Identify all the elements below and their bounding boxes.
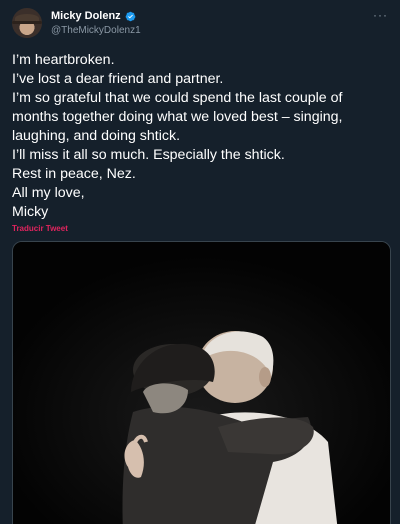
author-avatar[interactable] [12, 8, 42, 38]
photo-two-men-embracing [13, 242, 390, 524]
tweet-line: I’ve lost a dear friend and partner. [12, 71, 224, 87]
tweet-card: Micky Dolenz @TheMickyDolenz1 ··· I’m he… [0, 0, 400, 524]
tweet-line: All my love, [12, 185, 85, 201]
tweet-line: Rest in peace, Nez. [12, 166, 136, 182]
tweet-line: laughing, and doing shtick. [12, 128, 181, 144]
tweet-line: I’m so grateful that we could spend the … [12, 90, 343, 106]
tweet-line: Micky [12, 204, 49, 220]
tweet-line: I’ll miss it all so much. Especially the… [12, 147, 285, 163]
more-options-icon[interactable]: ··· [373, 8, 388, 22]
translate-tweet-link[interactable]: Traducir Tweet [12, 224, 68, 233]
tweet-photo[interactable] [12, 241, 391, 524]
tweet-text: I’m heartbroken. I’ve lost a dear friend… [12, 51, 392, 222]
author-display-name[interactable]: Micky Dolenz [51, 10, 121, 22]
author-name-row: Micky Dolenz [51, 10, 136, 22]
tweet-line: months together doing what we loved best… [12, 109, 343, 125]
verified-badge-icon [125, 11, 136, 21]
author-handle[interactable]: @TheMickyDolenz1 [51, 25, 141, 36]
hat-brim-shape [12, 21, 42, 24]
tweet-line: I’m heartbroken. [12, 52, 115, 68]
